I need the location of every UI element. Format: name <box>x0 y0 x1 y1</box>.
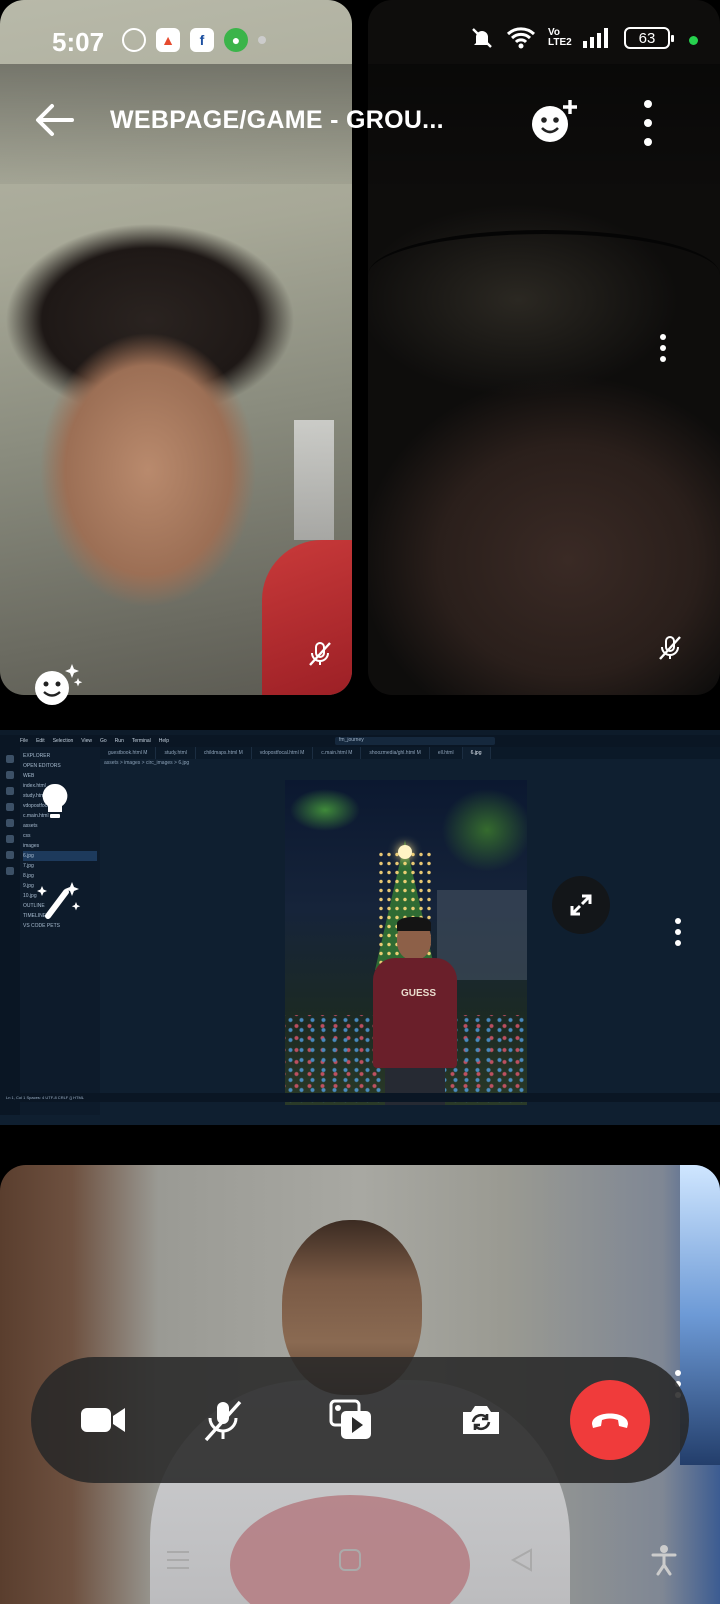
network-label: Vo LTE2 <box>548 27 572 48</box>
explorer-row: EXPLORER <box>23 753 51 759</box>
expand-button[interactable] <box>552 876 610 934</box>
recent-apps-button[interactable] <box>156 1538 200 1582</box>
vscode-menubar: File Edit Selection View Go Run Terminal… <box>0 735 720 747</box>
vscode-activity-bar <box>0 747 20 1115</box>
microphone-muted-icon <box>204 1400 242 1442</box>
effects-icon[interactable] <box>32 662 84 708</box>
vscode-breadcrumb: assets > images > circ_images > 6.jpg <box>104 760 190 766</box>
wifi-icon <box>506 27 536 49</box>
explorer-row: VS CODE PETS <box>23 923 60 929</box>
vscode-tabs: guestbook.html M study.html childmaps.ht… <box>100 747 720 759</box>
call-header: WEBPAGE/GAME - GROU... <box>0 64 720 184</box>
photos-icon: ▲ <box>156 28 180 52</box>
vscode-statusbar: Ln 1, Col 1 Spaces: 4 UTF-8 CRLF {} HTML <box>0 1093 720 1102</box>
menu-run: Run <box>114 738 124 744</box>
flip-camera-button[interactable] <box>441 1380 521 1460</box>
palm-tree <box>285 780 375 920</box>
menu-view: View <box>81 738 93 744</box>
back-arrow-icon[interactable] <box>32 98 76 142</box>
shirt-logo: GUESS <box>401 988 437 999</box>
expand-icon <box>570 894 592 916</box>
vscode-tab: childmaps.html M <box>196 747 252 759</box>
explorer-row: OPEN EDITORS <box>23 763 61 769</box>
share-media-icon <box>329 1399 371 1439</box>
facebook-icon: f <box>190 28 214 52</box>
app-icon: ● <box>224 28 248 52</box>
video-camera-icon <box>81 1408 125 1432</box>
explorer-row-selected: 6.jpg <box>23 851 97 861</box>
status-bar: 5:07 ▲ f ● Vo LTE2 63 <box>0 0 720 64</box>
charging-dot <box>689 36 698 45</box>
explorer-row: WEB <box>23 773 35 779</box>
add-emoji-reaction-icon[interactable] <box>530 98 580 144</box>
accessibility-icon <box>651 1545 677 1576</box>
menu-go: Go <box>100 738 107 744</box>
menu-help: Help <box>158 738 170 744</box>
vscode-tab: c.main.html M <box>313 747 362 759</box>
notification-icons: ▲ f ● <box>122 28 266 52</box>
signal-icon <box>583 28 608 48</box>
tree-star <box>398 845 412 859</box>
explorer-row: images <box>23 843 40 849</box>
menu-edit: Edit <box>36 738 45 744</box>
participant-2-menu-icon[interactable] <box>651 330 675 366</box>
system-nav-bar <box>0 1514 720 1604</box>
silent-bell-icon <box>472 28 492 48</box>
home-square-icon <box>339 1549 361 1571</box>
vscode-tab: shoozmedia/ghl.html M <box>361 747 430 759</box>
battery-indicator: 63 <box>624 27 674 49</box>
menu-file: File <box>20 738 29 744</box>
accessibility-button[interactable] <box>642 1538 686 1582</box>
system-icons: Vo LTE2 63 <box>470 26 674 50</box>
magic-wand-icon <box>37 882 81 919</box>
muted-mic-icon <box>659 636 681 660</box>
explorer-row: assets <box>23 823 38 829</box>
vscode-tab: guestbook.html M <box>100 747 157 759</box>
person-in-photo: GUESS <box>365 917 465 1105</box>
screen-share-menu-icon[interactable] <box>666 914 690 950</box>
vscode-search: fm_journey <box>335 737 495 745</box>
vscode-tab: vdopostfocal.html M <box>252 747 314 759</box>
participant-shirt <box>262 540 352 695</box>
background-window <box>294 420 334 540</box>
explorer-row: css <box>23 833 31 839</box>
call-controls <box>31 1357 689 1483</box>
hang-up-icon <box>592 1413 628 1428</box>
home-button[interactable] <box>328 1538 372 1582</box>
shared-image-preview: GUESS <box>285 780 527 1105</box>
vscode-tab: ell.html <box>430 747 463 759</box>
more-options-icon[interactable] <box>636 100 660 146</box>
background-cord <box>368 230 720 320</box>
muted-mic-icon <box>309 642 331 666</box>
menu-terminal: Terminal <box>131 738 151 744</box>
explorer-row: 7.jpg <box>23 863 34 869</box>
clock: 5:07 <box>52 27 105 57</box>
flip-camera-icon <box>463 1406 499 1434</box>
share-screen-button[interactable] <box>311 1380 391 1460</box>
mic-button[interactable] <box>183 1380 263 1460</box>
messenger-icon <box>122 28 146 52</box>
menu-lines-icon <box>167 1551 189 1569</box>
call-title: WEBPAGE/GAME - GROU... <box>110 106 444 134</box>
menu-selection: Selection <box>52 738 74 744</box>
vscode-tab: study.html <box>156 747 196 759</box>
back-button[interactable] <box>500 1538 544 1582</box>
lightbulb-icon <box>42 783 68 818</box>
vscode-tab-active: 6.jpg <box>462 747 491 759</box>
camera-button[interactable] <box>63 1380 143 1460</box>
back-triangle-icon <box>510 1548 532 1572</box>
more-notifications-dot <box>258 36 266 44</box>
end-call-button[interactable] <box>570 1380 650 1460</box>
